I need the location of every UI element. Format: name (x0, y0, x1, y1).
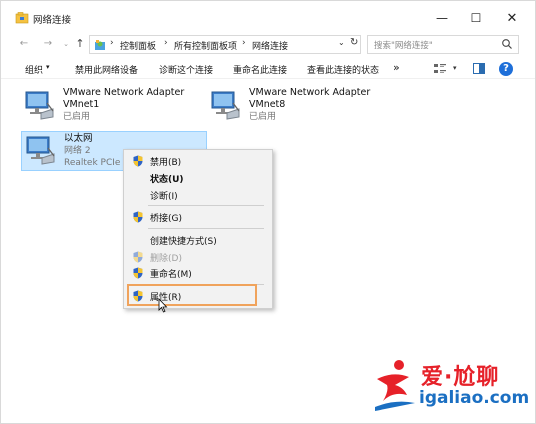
menu-item-delete: 删除(D) (124, 249, 272, 264)
uac-shield-icon (133, 155, 143, 167)
menu-item-create-shortcut[interactable]: 创建快捷方式(S) (124, 232, 272, 247)
adapter-sub: 网络 2 (64, 146, 91, 156)
menu-item-label: 重命名(M) (150, 270, 192, 280)
more-commands-button[interactable]: » (393, 61, 400, 74)
uac-shield-icon (133, 267, 143, 279)
network-adapter-icon (211, 91, 240, 120)
breadcrumb-separator: › (242, 38, 246, 48)
adapter-status: 已启用 (63, 112, 91, 122)
control-panel-icon (95, 40, 105, 50)
adapter-name: VMware Network Adapter (63, 87, 185, 98)
disable-device-button[interactable]: 禁用此网络设备 (75, 63, 138, 76)
menu-item-rename[interactable]: 重命名(M) (124, 265, 272, 280)
up-button[interactable]: ↑ (73, 36, 87, 52)
breadcrumb-all-items[interactable]: 所有控制面板项 (174, 39, 237, 52)
watermark-logo (375, 360, 415, 411)
watermark-text-cn: 爱·尬聊 (421, 365, 500, 390)
mouse-cursor-icon (158, 298, 168, 313)
search-icon[interactable] (501, 38, 513, 50)
menu-item-label: 诊断(I) (150, 192, 178, 202)
network-adapter-icon (25, 91, 54, 120)
menu-separator (148, 205, 264, 206)
menu-item-label: 状态(U) (150, 175, 184, 185)
menu-item-label: 创建快捷方式(S) (150, 237, 217, 247)
menu-item-label: 桥接(G) (150, 214, 182, 224)
change-view-icon[interactable] (433, 63, 447, 75)
maximize-button[interactable]: ☐ (459, 7, 493, 29)
breadcrumb-separator: › (164, 38, 168, 48)
menu-item-status[interactable]: 状态(U) (124, 170, 272, 185)
menu-item-bridge[interactable]: 桥接(G) (124, 209, 272, 224)
properties-highlight (127, 284, 257, 306)
back-button[interactable]: ← (17, 36, 31, 52)
adapter-sub: VMnet1 (63, 99, 100, 110)
breadcrumb-control-panel[interactable]: 控制面板 (120, 39, 156, 52)
menu-item-diagnose[interactable]: 诊断(I) (124, 187, 272, 202)
diagnose-button[interactable]: 诊断这个连接 (159, 63, 213, 76)
menu-item-label: 禁用(B) (150, 158, 182, 168)
address-dropdown-icon[interactable]: ⌄ (338, 38, 345, 47)
command-bar: 组织 ▾ 禁用此网络设备 诊断这个连接 重命名此连接 查看此连接的状态 » ▾ … (1, 59, 535, 79)
menu-separator (148, 228, 264, 229)
search-box[interactable]: 搜索"网络连接" (367, 35, 519, 54)
menu-item-label: 删除(D) (150, 254, 182, 264)
forward-button[interactable]: → (41, 36, 55, 52)
address-bar[interactable]: › 控制面板 › 所有控制面板项 › 网络连接 ⌄ ↻ (89, 35, 361, 54)
adapter-name: VMware Network Adapter (249, 87, 371, 98)
uac-shield-icon (133, 211, 143, 223)
window-title: 网络连接 (33, 15, 72, 26)
network-folder-icon (15, 12, 29, 24)
recent-locations-button[interactable]: ⌄ (59, 36, 73, 52)
uac-shield-icon (133, 251, 143, 263)
breadcrumb-network-connections[interactable]: 网络连接 (252, 39, 288, 52)
breadcrumb-separator: › (110, 38, 114, 48)
adapter-vmnet8[interactable]: VMware Network Adapter VMnet8 已启用 (207, 87, 389, 123)
adapter-status: Realtek PCIe G (64, 158, 131, 168)
refresh-icon[interactable]: ↻ (350, 37, 358, 48)
network-adapter-icon (26, 136, 55, 165)
help-icon[interactable]: ? (499, 62, 513, 76)
search-input[interactable]: 搜索"网络连接" (374, 39, 433, 51)
view-status-button[interactable]: 查看此连接的状态 (307, 63, 379, 76)
adapter-sub: VMnet8 (249, 99, 286, 110)
chevron-down-icon[interactable]: ▾ (453, 64, 457, 72)
preview-pane-icon[interactable] (473, 63, 485, 74)
chevron-down-icon: ▾ (46, 63, 50, 71)
close-button[interactable]: ✕ (495, 7, 529, 29)
rename-button[interactable]: 重命名此连接 (233, 63, 287, 76)
adapter-status: 已启用 (249, 112, 277, 122)
title-bar: 网络连接 — ☐ ✕ (1, 1, 535, 35)
adapter-vmnet1[interactable]: VMware Network Adapter VMnet1 已启用 (21, 87, 203, 123)
network-connections-window: 网络连接 — ☐ ✕ ← → ⌄ ↑ › 控制面板 › 所有控制面板项 › 网络… (0, 0, 536, 424)
menu-item-disable[interactable]: 禁用(B) (124, 153, 272, 168)
watermark-text-en: igaliao.com (419, 388, 530, 408)
address-row: ← → ⌄ ↑ › 控制面板 › 所有控制面板项 › 网络连接 ⌄ ↻ 搜索"网… (1, 35, 535, 55)
adapter-name: 以太网 (64, 133, 93, 144)
organize-button[interactable]: 组织 (25, 63, 43, 76)
minimize-button[interactable]: — (425, 7, 459, 29)
